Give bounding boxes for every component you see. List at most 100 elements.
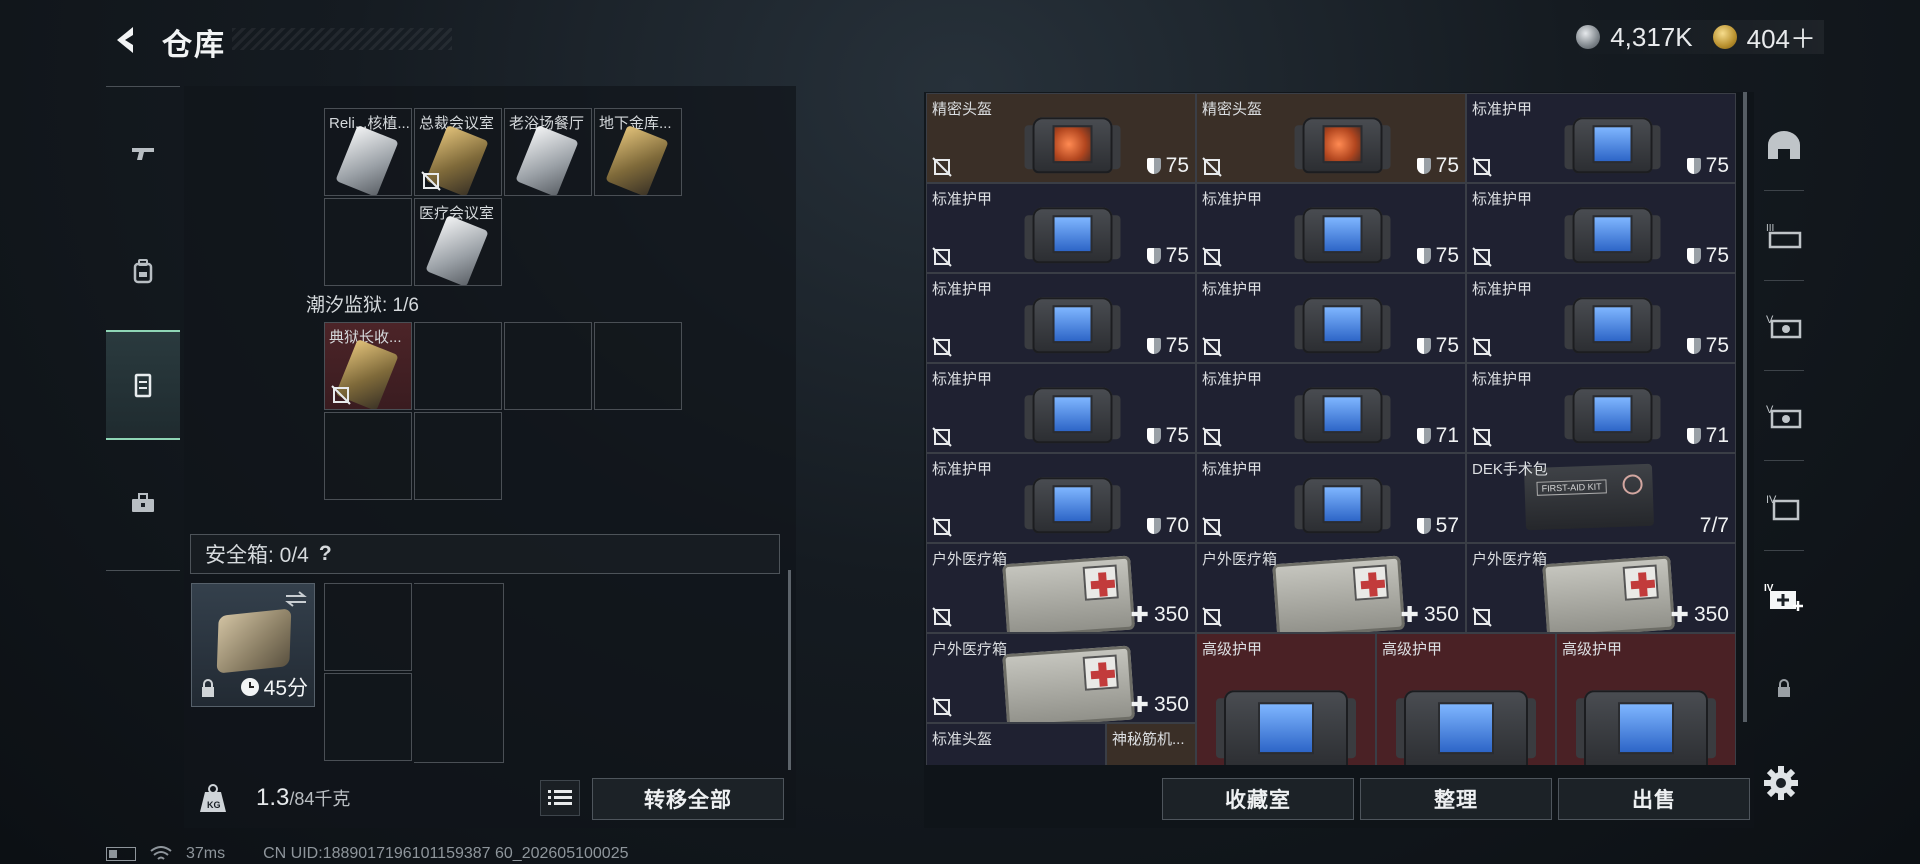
item-name: 标准护甲	[1472, 281, 1533, 298]
sidebar-item-locked[interactable]	[1756, 648, 1812, 728]
keycard-item[interactable]: 医疗会议室	[414, 198, 502, 286]
medkit-add-icon: IV	[1764, 583, 1803, 611]
no-drop-icon	[1202, 247, 1222, 267]
empty-slot[interactable]	[324, 673, 412, 761]
gold-amount[interactable]: 404＋	[1747, 19, 1816, 56]
sidebar-item-storage[interactable]	[106, 330, 180, 440]
medkit-image	[1272, 555, 1406, 632]
item-name: 标准头盔	[932, 731, 993, 748]
sidebar-item-weapon[interactable]	[106, 98, 180, 208]
pistol-icon	[132, 148, 154, 160]
inventory-item[interactable]: 标准护甲 75	[1196, 273, 1466, 363]
inventory-item[interactable]: 户外医疗箱 ✚ 350	[926, 633, 1196, 723]
sidebar-item-gear[interactable]	[106, 216, 180, 326]
inventory-item[interactable]: 精密头盔 75	[926, 93, 1196, 183]
inventory-item[interactable]: 神秘筋机...	[1106, 723, 1196, 765]
plus-icon: ✚	[1130, 692, 1149, 717]
item-name: 精密头盔	[932, 101, 993, 118]
inventory-item[interactable]: 标准护甲 75	[1466, 273, 1736, 363]
inventory-item[interactable]: 标准护甲 75	[1196, 183, 1466, 273]
item-name: 标准护甲	[932, 191, 993, 208]
inventory-scrollbar[interactable]	[1743, 92, 1747, 722]
item-value: 7/7	[1700, 514, 1729, 538]
help-icon[interactable]: ?	[319, 542, 332, 566]
empty-slot[interactable]	[414, 583, 504, 763]
bag-label: FIRST-AID KIT	[1536, 479, 1607, 496]
sidebar-item-medkit-t4[interactable]: IV	[1756, 556, 1812, 636]
inventory-item[interactable]: DEK手术包 FIRST-AID KIT 7/7	[1466, 453, 1736, 543]
inventory-item[interactable]: 精密头盔 75	[1196, 93, 1466, 183]
item-value: 70	[1146, 514, 1189, 538]
empty-slot[interactable]	[324, 412, 412, 500]
safebox-item[interactable]: 45分	[191, 583, 315, 707]
sidebar-item-armor-t5[interactable]: V	[1756, 286, 1812, 366]
item-value: ✚ 350	[1401, 602, 1459, 628]
sidebar-item-backpack-t4[interactable]: IV	[1756, 466, 1812, 546]
silver-coin-icon	[1576, 25, 1601, 49]
item-name: 标准护甲	[932, 371, 993, 388]
empty-slot[interactable]	[324, 198, 412, 286]
toolbox-icon	[132, 493, 154, 512]
item-value-text: 75	[1435, 154, 1459, 177]
inventory-item[interactable]: 标准护甲 71	[1466, 363, 1736, 453]
list-view-button[interactable]	[540, 780, 580, 816]
shield-icon	[1686, 248, 1701, 264]
item-name: 标准护甲	[1202, 191, 1263, 208]
inventory-item[interactable]: 高级护甲	[1196, 633, 1376, 765]
inventory-item[interactable]: 高级护甲	[1376, 633, 1556, 765]
empty-slot[interactable]	[594, 322, 682, 410]
item-value: ✚ 350	[1131, 602, 1189, 628]
shield-icon	[1686, 338, 1701, 354]
empty-slot[interactable]	[324, 583, 412, 671]
shield-icon	[1146, 248, 1161, 264]
item-value: 75	[1146, 424, 1189, 448]
armor-image	[1216, 676, 1356, 765]
sidebar-item-armor[interactable]	[1756, 106, 1812, 186]
inventory-item[interactable]: 标准护甲 70	[926, 453, 1196, 543]
item-name: 标准护甲	[1472, 191, 1533, 208]
empty-slot[interactable]	[414, 412, 502, 500]
inventory-item[interactable]: 户外医疗箱 ✚ 350	[1466, 543, 1736, 633]
keycard-item[interactable]: 老浴场餐厅	[504, 108, 592, 196]
swap-icon[interactable]	[284, 590, 308, 608]
settings-button[interactable]	[1760, 762, 1802, 804]
item-value-text: 7/7	[1699, 514, 1729, 537]
keycard-item[interactable]: Reli...核植...	[324, 108, 412, 196]
inventory-item[interactable]: 标准护甲 57	[1196, 453, 1466, 543]
inventory-item[interactable]: 标准护甲 75	[926, 273, 1196, 363]
keycard-item[interactable]: 典狱长收...	[324, 322, 412, 410]
armor-image	[1564, 377, 1661, 447]
inventory-item[interactable]: 高级护甲	[1556, 633, 1736, 765]
transfer-all-button[interactable]: 转移全部	[592, 778, 784, 820]
inventory-item[interactable]: 标准护甲 75	[926, 183, 1196, 273]
inventory-item[interactable]: 户外医疗箱 ✚ 350	[1196, 543, 1466, 633]
item-name: 户外医疗箱	[1202, 551, 1278, 568]
item-value-text: 75	[1435, 334, 1459, 357]
item-value: ✚ 350	[1671, 602, 1729, 628]
inventory-item[interactable]: 户外医疗箱 ✚ 350	[926, 543, 1196, 633]
keycard-item[interactable]: 地下金库...	[594, 108, 682, 196]
inventory-item[interactable]: 标准头盔	[926, 723, 1106, 765]
empty-slot[interactable]	[414, 322, 502, 410]
organize-button[interactable]: 整理	[1360, 778, 1552, 820]
keycard-item[interactable]: 总裁会议室	[414, 108, 502, 196]
inventory-item[interactable]: 标准护甲 75	[1466, 93, 1736, 183]
safebox-time: 45分	[263, 677, 308, 700]
uid: CN UID:1889017196101159387 60_2026051000…	[263, 845, 629, 862]
shield-icon	[1416, 428, 1431, 444]
inventory-item[interactable]: 标准护甲 71	[1196, 363, 1466, 453]
item-name: 标准护甲	[1472, 371, 1533, 388]
inventory-item[interactable]: 标准护甲 75	[926, 363, 1196, 453]
empty-slot[interactable]	[504, 322, 592, 410]
sidebar-item-armor-t3[interactable]: III	[1756, 196, 1812, 276]
left-scrollbar[interactable]	[788, 570, 791, 770]
inventory-item[interactable]: 标准护甲 75	[1466, 183, 1736, 273]
sidebar-item-armor-t5b[interactable]: V	[1756, 376, 1812, 456]
right-sidebar: III V V IV IV	[1756, 92, 1812, 828]
no-drop-icon	[932, 247, 952, 267]
backpack-icon	[133, 259, 153, 284]
back-button[interactable]	[104, 18, 148, 62]
sell-button[interactable]: 出售	[1558, 778, 1750, 820]
collection-room-button[interactable]: 收藏室	[1162, 778, 1354, 820]
sidebar-item-tools[interactable]	[106, 448, 180, 558]
